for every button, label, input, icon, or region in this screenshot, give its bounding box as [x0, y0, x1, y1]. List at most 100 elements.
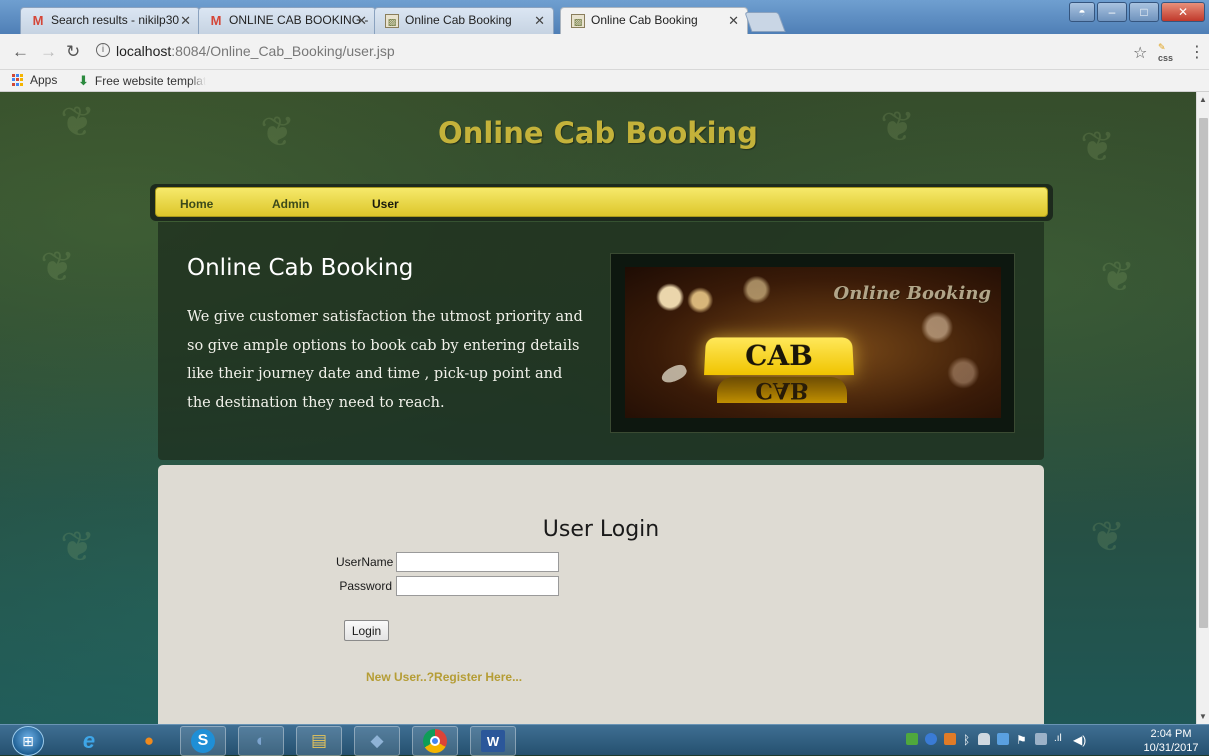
cab-image: Online Booking CAB CAB	[625, 267, 1001, 418]
tray-chrome-icon[interactable]	[925, 733, 937, 745]
car-mirror-shape	[659, 362, 689, 386]
page-scrollbar[interactable]: ▲ ▼	[1196, 92, 1209, 724]
volume-icon[interactable]: ◀)	[1073, 733, 1086, 747]
bluetooth-icon[interactable]: ᛒ	[963, 733, 971, 747]
window-controls: ◓ – □ ✕	[1069, 2, 1205, 22]
user-icon[interactable]: ◓	[1069, 2, 1095, 22]
virtualbox-icon[interactable]: ◆	[354, 726, 400, 756]
navbar-frame: Home Admin User	[150, 184, 1053, 221]
firefox-icon[interactable]: ●	[126, 726, 172, 756]
action-center-flag-icon[interactable]: ⚑	[1016, 733, 1028, 747]
system-tray: ᛒ ⚑ .ıl ◀)	[906, 733, 1086, 747]
nav-home-link[interactable]: Home	[180, 197, 213, 211]
download-arrow-icon: ⬇	[78, 73, 89, 88]
scroll-down-arrow-icon[interactable]: ▼	[1199, 712, 1207, 721]
skype-icon[interactable]: S	[180, 726, 226, 756]
tab-close-icon[interactable]: ✕	[356, 13, 367, 29]
page-image-icon: ▨	[571, 14, 585, 28]
internet-explorer-icon[interactable]: e	[66, 726, 112, 756]
usb-drive-icon[interactable]	[978, 733, 990, 745]
tab-close-icon[interactable]: ✕	[728, 13, 739, 29]
windows-taskbar: ⊞ e ● S ◐ ▤ ◆ W ᛒ ⚑ .ıl ◀) 2:04 PM 10/31…	[0, 724, 1209, 756]
browser-tabstrip: M Search results - nikilp30 ✕ M ONLINE C…	[0, 0, 1209, 35]
hero-image-frame: Online Booking CAB CAB	[610, 253, 1015, 433]
forward-icon[interactable]: →	[40, 42, 57, 62]
login-panel: User Login UserName Password Login New U…	[158, 465, 1044, 724]
scrollbar-thumb[interactable]	[1199, 118, 1208, 628]
bookmark-free-website-templates[interactable]: ⬇ Free website templat	[78, 73, 206, 89]
online-booking-script-text: Online Booking	[833, 283, 991, 304]
background-leaf-decoration: ❦	[60, 523, 96, 570]
start-button[interactable]: ⊞	[12, 726, 44, 756]
hero-description: We give customer satisfaction the utmost…	[187, 309, 583, 411]
hero-title: Online Cab Booking	[187, 255, 414, 281]
scroll-up-arrow-icon[interactable]: ▲	[1199, 95, 1207, 104]
signal-strength-icon[interactable]: .ıl	[1054, 733, 1066, 745]
tab-search-results[interactable]: M Search results - nikilp30 ✕	[20, 7, 200, 34]
login-button[interactable]: Login	[344, 620, 389, 641]
tray-app-icon[interactable]	[906, 733, 918, 745]
gmail-icon: M	[210, 13, 222, 28]
gmail-icon: M	[32, 13, 44, 28]
tab-title: Search results - nikilp30	[51, 13, 180, 27]
username-input[interactable]	[396, 552, 559, 572]
cab-roof-sign: CAB	[704, 337, 854, 376]
username-label: UserName	[336, 555, 394, 569]
word-icon[interactable]: W	[470, 726, 516, 756]
hero-banner: Online Cab Booking We give customer sati…	[158, 222, 1044, 460]
address-bar[interactable]: i localhost:8084/Online_Cab_Booking/user…	[92, 39, 1132, 65]
dolphin-icon[interactable]: ◐	[238, 726, 284, 756]
nav-user-link[interactable]: User	[372, 197, 399, 211]
nav-admin-link[interactable]: Admin	[272, 197, 309, 211]
url-host: localhost	[116, 43, 172, 59]
password-input[interactable]	[396, 576, 559, 596]
page-image-icon: ▨	[385, 14, 399, 28]
tab-title: Online Cab Booking	[591, 13, 698, 27]
clock-date: 10/31/2017	[1143, 742, 1199, 754]
css-extension-icon[interactable]: ✎ css	[1158, 42, 1173, 63]
password-row: Password	[336, 576, 559, 596]
tab-close-icon[interactable]: ✕	[180, 13, 191, 29]
maximize-button[interactable]: □	[1129, 2, 1159, 22]
network-adapter-icon[interactable]	[1035, 733, 1047, 745]
bookmark-apps[interactable]: Apps	[12, 73, 57, 87]
tray-app-icon[interactable]	[997, 733, 1009, 745]
menu-icon[interactable]: ⋮	[1189, 42, 1205, 62]
cab-sign-text: CAB	[744, 339, 814, 373]
bookmarks-bar: Apps ⬇ Free website templat	[0, 70, 1209, 92]
reload-icon[interactable]: ↻	[66, 42, 80, 62]
cab-sign-reflection: CAB	[717, 377, 847, 403]
info-icon[interactable]: i	[96, 43, 110, 57]
tab-online-cab-booking-mail[interactable]: M ONLINE CAB BOOKING - ✕	[198, 7, 376, 34]
minimize-button[interactable]: –	[1097, 2, 1127, 22]
new-tab-button[interactable]	[744, 12, 786, 32]
browser-toolbar: ← → ↻ i localhost:8084/Online_Cab_Bookin…	[0, 34, 1209, 70]
back-icon[interactable]: ←	[12, 42, 29, 62]
main-navbar: Home Admin User	[155, 187, 1048, 217]
background-leaf-decoration: ❦	[1090, 513, 1126, 560]
tab-close-icon[interactable]: ✕	[534, 13, 545, 29]
bookmark-label: Free website templat	[94, 74, 207, 88]
cab-reflection-text: CAB	[755, 377, 809, 403]
password-label: Password	[339, 579, 392, 593]
tray-app-icon[interactable]	[944, 733, 956, 745]
bookmark-label: Apps	[30, 73, 58, 87]
bookmark-star-icon[interactable]: ☆	[1133, 43, 1147, 63]
background-leaf-decoration: ❦	[40, 243, 76, 290]
tab-online-cab-booking-active[interactable]: ▨ Online Cab Booking ✕	[560, 7, 748, 35]
username-row: UserName	[336, 552, 559, 572]
tab-title: ONLINE CAB BOOKING -	[229, 13, 369, 27]
file-explorer-icon[interactable]: ▤	[296, 726, 342, 756]
site-title: Online Cab Booking	[438, 116, 758, 150]
apps-icon	[12, 74, 24, 86]
close-window-button[interactable]: ✕	[1161, 2, 1205, 22]
tab-online-cab-booking[interactable]: ▨ Online Cab Booking ✕	[374, 7, 554, 34]
page-viewport: ❦ ❦ ❦ ❦ ❦ ❦ ❦ ❦ Online Cab Booking Home …	[0, 92, 1196, 724]
clock-time: 2:04 PM	[1150, 728, 1192, 740]
chrome-icon[interactable]	[412, 726, 458, 756]
login-title: User Login	[542, 517, 660, 542]
register-link[interactable]: New User..?Register Here...	[366, 670, 522, 684]
extension-label: css	[1158, 53, 1174, 63]
system-clock[interactable]: 2:04 PM 10/31/2017	[1138, 727, 1204, 755]
tab-title: Online Cab Booking	[405, 13, 512, 27]
